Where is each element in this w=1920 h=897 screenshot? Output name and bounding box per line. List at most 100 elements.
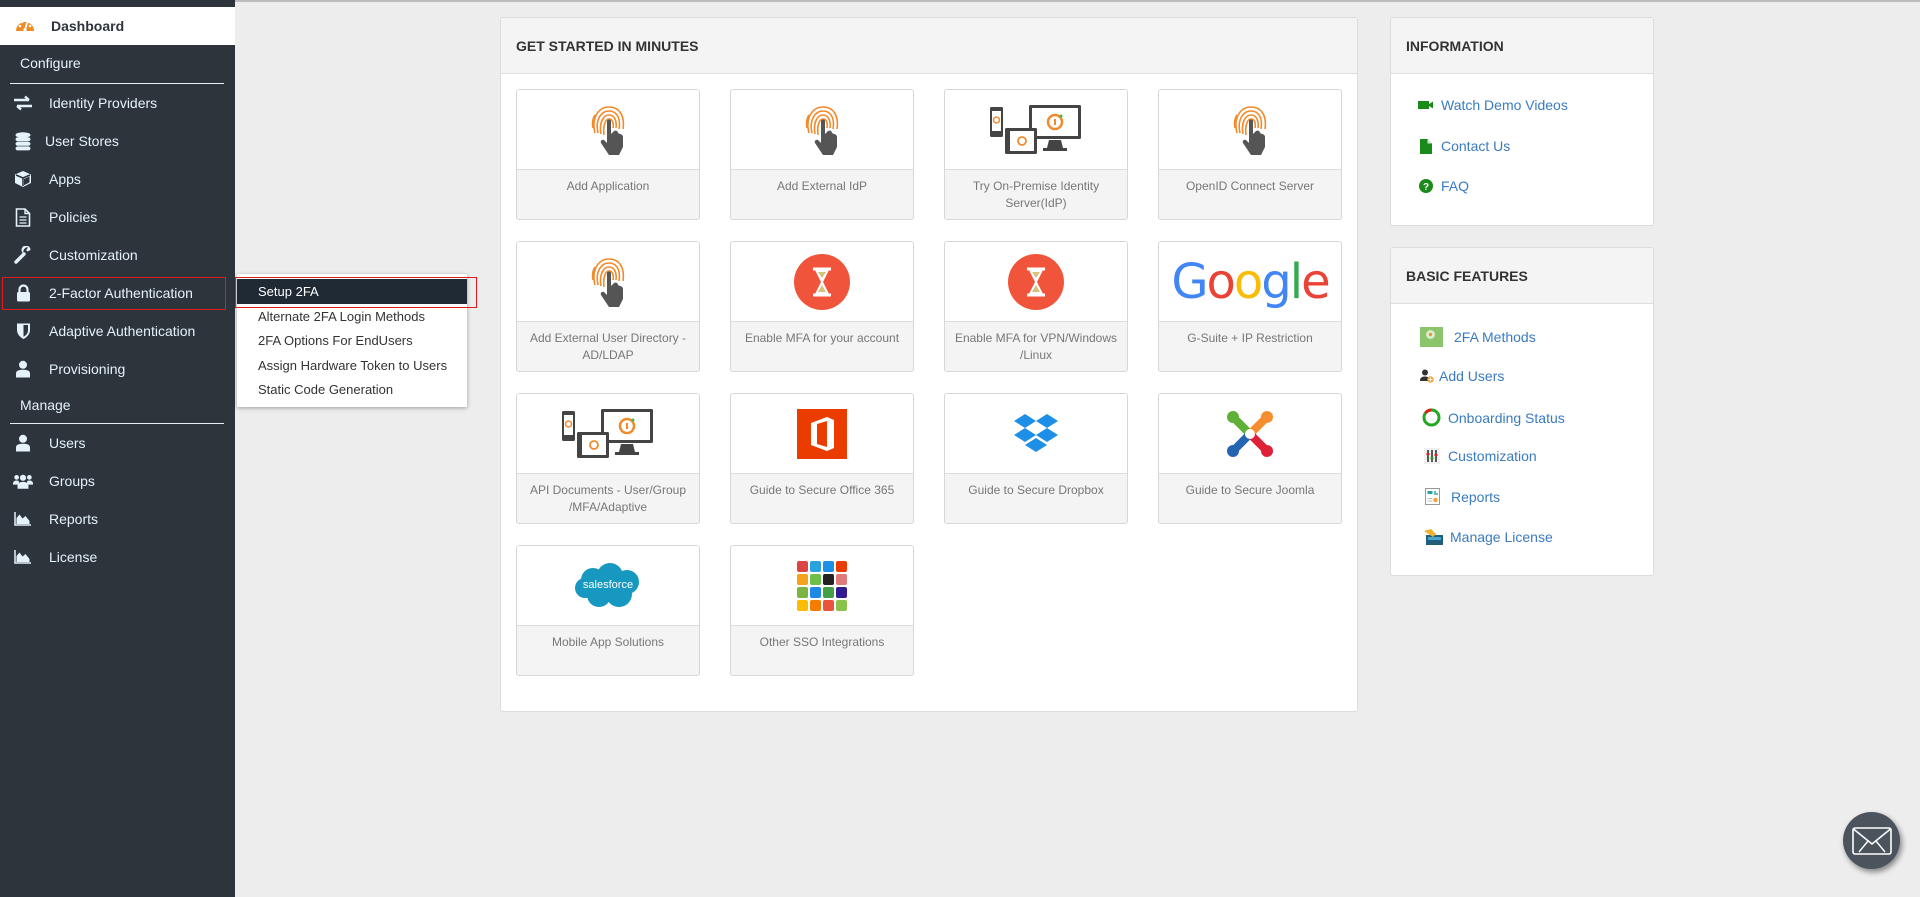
hourglass-icon	[794, 253, 850, 310]
card-image	[517, 90, 699, 170]
onboarding-ring-icon	[1422, 408, 1441, 427]
menu-item-2fa-options-for-endusers[interactable]: 2FA Options For EndUsers	[237, 329, 467, 354]
card-image	[731, 546, 913, 626]
link-label: Watch Demo Videos	[1441, 97, 1568, 113]
link-onboarding-status[interactable]: Onboarding Status	[1422, 408, 1565, 427]
video-camera-icon	[1418, 97, 1434, 113]
question-circle-icon: ?	[1418, 178, 1434, 194]
card-image	[945, 394, 1127, 474]
sidebar-item-label: User Stores	[45, 133, 119, 149]
sidebar-item-license[interactable]: License	[0, 540, 235, 574]
card-add-external-idp[interactable]: Add External IdP	[730, 89, 914, 220]
sidebar-item-apps[interactable]: Apps	[0, 162, 235, 196]
menu-item-static-code-generation[interactable]: Static Code Generation	[237, 378, 467, 403]
card-image: Google	[1159, 242, 1341, 322]
card-guide-to-secure-dropbox[interactable]: Guide to Secure Dropbox	[944, 393, 1128, 524]
link-contact-us[interactable]: Contact Us	[1418, 138, 1510, 154]
card-guide-to-secure-joomla[interactable]: Guide to Secure Joomla	[1158, 393, 1342, 524]
fingerprint-icon	[797, 103, 847, 157]
card-g-suite-ip-restriction[interactable]: Google G-Suite + IP Restriction	[1158, 241, 1342, 372]
sidebar-item-customization[interactable]: Customization	[0, 238, 235, 272]
sidebar-item-provisioning[interactable]: Provisioning	[0, 352, 235, 386]
sidebar-item-dashboard[interactable]: Dashboard	[0, 7, 235, 45]
sidebar-item-label: 2-Factor Authentication	[49, 285, 193, 301]
card-image	[945, 90, 1127, 170]
card-image	[731, 242, 913, 322]
menu-item-assign-hardware-token[interactable]: Assign Hardware Token to Users	[237, 353, 467, 378]
sidebar-item-label: Policies	[49, 209, 98, 225]
link-label: 2FA Methods	[1454, 329, 1536, 345]
sidebar: Dashboard Configure Identity Providers U…	[0, 0, 235, 897]
sidebar-item-users[interactable]: Users	[0, 426, 235, 460]
user-icon	[13, 433, 33, 453]
user-icon	[13, 359, 33, 379]
lock-icon	[13, 283, 33, 303]
link-reports[interactable]: Reports	[1425, 488, 1500, 505]
fingerprint-icon	[1225, 103, 1275, 157]
card-add-external-user-directory-ad-ldap[interactable]: Add External User Directory - AD/LDAP	[516, 241, 700, 372]
database-icon	[13, 131, 33, 151]
link-manage-license[interactable]: Manage License	[1424, 528, 1553, 546]
sidebar-item-label: Adaptive Authentication	[49, 323, 196, 339]
card-api-documents-user-group-mfa-adaptive[interactable]: API Documents - User/Group /MFA/Adaptive	[516, 393, 700, 524]
get-started-panel: GET STARTED IN MINUTES Add Application Ad…	[500, 17, 1358, 712]
sidebar-item-label: Customization	[49, 247, 138, 263]
card-label: Guide to Secure Office 365	[749, 483, 895, 497]
card-label: Enable MFA for VPN/Windows /Linux	[954, 331, 1118, 362]
sidebar-item-label: License	[49, 549, 98, 565]
svg-text:?: ?	[1423, 182, 1429, 193]
menu-item-alternate-2fa-login-methods[interactable]: Alternate 2FA Login Methods	[237, 304, 467, 329]
menu-item-setup-2fa[interactable]: Setup 2FA	[237, 279, 467, 304]
sidebar-item-label: Users	[49, 435, 86, 451]
salesforce-text: salesforce	[582, 578, 634, 591]
card-try-on-premise-identity-server-idp[interactable]: Try On-Premise Identity Server(IdP)	[944, 89, 1128, 220]
contact-mail-button[interactable]	[1843, 812, 1900, 869]
link-add-users[interactable]: Add Users	[1420, 368, 1504, 384]
sidebar-item-2-factor-authentication[interactable]: 2-Factor Authentication	[0, 276, 235, 310]
link-customization[interactable]: Customization	[1424, 448, 1537, 464]
users-icon	[13, 471, 33, 491]
sidebar-item-groups[interactable]: Groups	[0, 464, 235, 498]
office365-logo	[797, 408, 847, 459]
joomla-logo	[1224, 408, 1276, 460]
link-label: Contact Us	[1441, 138, 1511, 154]
card-mobile-app-solutions[interactable]: salesforce Mobile App Solutions	[516, 545, 700, 676]
sidebar-item-label: Apps	[49, 171, 81, 187]
sidebar-item-reports[interactable]: Reports	[0, 502, 235, 536]
sidebar-item-identity-providers[interactable]: Identity Providers	[0, 86, 235, 120]
link-2fa-methods[interactable]: 2FA Methods	[1420, 327, 1536, 347]
link-label: Customization	[1448, 448, 1537, 464]
card-enable-mfa-for-your-account[interactable]: Enable MFA for your account	[730, 241, 914, 372]
card-label: OpenID Connect Server	[1185, 179, 1315, 193]
wrench-icon	[13, 245, 33, 265]
link-watch-demo-videos[interactable]: Watch Demo Videos	[1418, 97, 1568, 113]
card-label: Add External User Directory - AD/LDAP	[529, 331, 687, 362]
card-label: G-Suite + IP Restriction	[1187, 331, 1313, 345]
card-guide-to-secure-office-365[interactable]: Guide to Secure Office 365	[730, 393, 914, 524]
card-image: salesforce	[517, 546, 699, 626]
devices-icon	[989, 104, 1083, 156]
card-other-sso-integrations[interactable]: Other SSO Integrations	[730, 545, 914, 676]
card-enable-mfa-for-vpn-windows-linux[interactable]: Enable MFA for VPN/Windows /Linux	[944, 241, 1128, 372]
sidebar-top-strip	[0, 0, 235, 7]
link-label: Onboarding Status	[1448, 409, 1565, 426]
file-icon	[1418, 138, 1434, 154]
sidebar-item-user-stores[interactable]: User Stores	[0, 124, 235, 158]
sidebar-item-adaptive-authentication[interactable]: Adaptive Authentication	[0, 314, 235, 348]
2fa-submenu: Setup 2FA Alternate 2FA Login Methods 2F…	[237, 274, 467, 407]
fingerprint-icon	[583, 255, 633, 309]
dropbox-logo	[1013, 412, 1059, 456]
card-add-application[interactable]: Add Application	[516, 89, 700, 220]
card-image	[517, 394, 699, 474]
sidebar-item-policies[interactable]: Policies	[0, 200, 235, 234]
section-manage-label: Manage	[20, 397, 71, 413]
salesforce-logo: salesforce	[573, 562, 643, 610]
area-chart-icon	[13, 509, 33, 529]
devices-icon	[561, 408, 655, 460]
link-faq[interactable]: ? FAQ	[1418, 178, 1469, 194]
card-openid-connect-server[interactable]: OpenID Connect Server	[1158, 89, 1342, 220]
sidebar-item-label: Reports	[49, 511, 99, 527]
card-label: API Documents - User/Group /MFA/Adaptive	[529, 483, 687, 514]
envelope-icon	[1851, 826, 1892, 855]
card-label: Add External IdP	[776, 179, 868, 193]
